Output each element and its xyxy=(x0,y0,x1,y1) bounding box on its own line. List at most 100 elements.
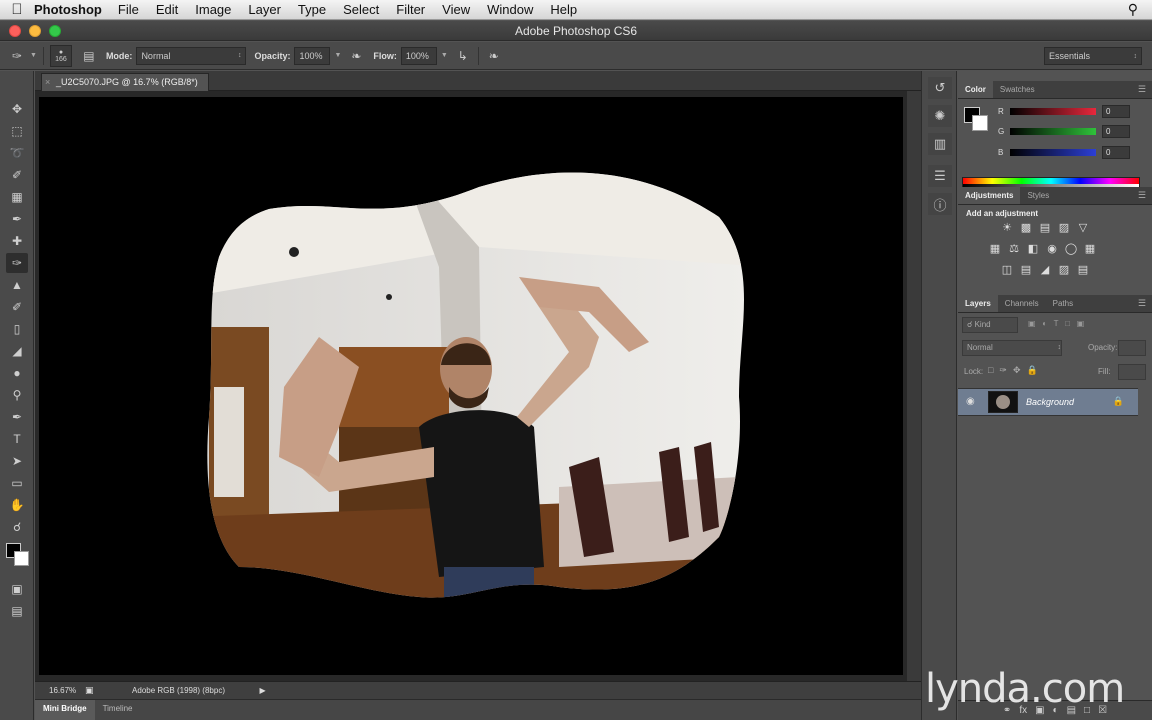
image-canvas[interactable] xyxy=(39,97,903,675)
blue-value-input[interactable]: 0 xyxy=(1102,146,1130,159)
status-icon[interactable]: ▣ xyxy=(85,685,94,696)
invert-icon[interactable]: ◫ xyxy=(1000,263,1014,277)
tab-channels[interactable]: Channels xyxy=(998,295,1046,312)
menu-type[interactable]: Type xyxy=(298,2,326,17)
mode-select[interactable]: Normal ↕ xyxy=(136,46,247,65)
close-tab-icon[interactable]: × xyxy=(45,74,50,90)
eyedropper-tool-icon[interactable]: ✒ xyxy=(6,209,28,229)
status-menu-arrow-icon[interactable]: ▶ xyxy=(260,686,266,695)
tab-adjustments[interactable]: Adjustments xyxy=(958,187,1021,204)
document-tab[interactable]: × _U2C5070.JPG @ 16.7% (RGB/8*) xyxy=(41,73,209,91)
tab-paths[interactable]: Paths xyxy=(1046,295,1080,312)
history-panel-icon[interactable]: ↺ xyxy=(928,77,952,99)
pressure-opacity-icon[interactable]: ❧ xyxy=(347,47,365,65)
spotlight-search-icon[interactable]: ⚲ xyxy=(1128,1,1138,18)
green-value-input[interactable]: 0 xyxy=(1102,125,1130,138)
eraser-tool-icon[interactable]: ▯ xyxy=(6,319,28,339)
tab-layers[interactable]: Layers xyxy=(958,295,998,312)
quick-mask-icon[interactable]: ▣ xyxy=(6,579,28,599)
tab-swatches[interactable]: Swatches xyxy=(993,81,1042,98)
red-value-input[interactable]: 0 xyxy=(1102,105,1130,118)
gradient-tool-icon[interactable]: ◢ xyxy=(6,341,28,361)
opacity-dropdown-icon[interactable]: ▼ xyxy=(334,52,341,59)
filter-adjustment-icon[interactable]: ◐ xyxy=(1042,319,1047,328)
flow-input[interactable]: 100% xyxy=(400,46,437,65)
move-tool-icon[interactable]: ✥ xyxy=(6,99,28,119)
blur-tool-icon[interactable]: ● xyxy=(6,363,28,383)
threshold-icon[interactable]: ◢ xyxy=(1038,263,1052,277)
brush-panel-icon[interactable]: ▤ xyxy=(80,47,98,65)
zoom-level[interactable]: 16.67% xyxy=(35,686,85,695)
color-balance-icon[interactable]: ⚖ xyxy=(1007,242,1021,256)
layer-fill-input[interactable] xyxy=(1118,364,1146,380)
vertical-scrollbar[interactable] xyxy=(907,91,921,681)
selective-color-icon[interactable]: ▤ xyxy=(1076,263,1090,277)
menu-help[interactable]: Help xyxy=(550,2,577,17)
filter-pixel-icon[interactable]: ▣ xyxy=(1028,319,1036,328)
brush-tool-preset-icon[interactable]: ✑ xyxy=(8,47,26,65)
filter-smart-icon[interactable]: ▣ xyxy=(1077,319,1085,328)
menu-app-name[interactable]: Photoshop xyxy=(34,2,102,17)
color-swatches[interactable] xyxy=(2,543,32,573)
layer-kind-filter[interactable]: ☌ Kind xyxy=(962,317,1018,333)
green-slider[interactable]: G 0 xyxy=(998,125,1148,139)
tab-color[interactable]: Color xyxy=(958,81,993,98)
menu-edit[interactable]: Edit xyxy=(156,2,178,17)
background-color-swatch[interactable] xyxy=(14,551,29,566)
hand-tool-icon[interactable]: ✋ xyxy=(6,495,28,515)
exposure-icon[interactable]: ▨ xyxy=(1057,221,1071,235)
tab-mini-bridge[interactable]: Mini Bridge xyxy=(35,700,95,720)
blue-slider[interactable]: B 0 xyxy=(998,146,1148,160)
green-gradient-bar[interactable] xyxy=(1010,128,1096,135)
minimize-window-button[interactable] xyxy=(29,25,41,37)
flow-dropdown-icon[interactable]: ▼ xyxy=(441,52,448,59)
close-window-button[interactable] xyxy=(9,25,21,37)
layer-name[interactable]: Background xyxy=(1026,397,1074,407)
menu-file[interactable]: File xyxy=(118,2,139,17)
color-lookup-icon[interactable]: ▦ xyxy=(1083,242,1097,256)
zoom-tool-icon[interactable]: ☌ xyxy=(6,517,28,537)
posterize-icon[interactable]: ▤ xyxy=(1019,263,1033,277)
vibrance-icon[interactable]: ▽ xyxy=(1076,221,1090,235)
brush-tool-icon[interactable]: ✑ xyxy=(6,253,28,273)
levels-icon[interactable]: ▩ xyxy=(1019,221,1033,235)
clone-stamp-tool-icon[interactable]: ▲ xyxy=(6,275,28,295)
rectangle-tool-icon[interactable]: ▭ xyxy=(6,473,28,493)
zoom-window-button[interactable] xyxy=(49,25,61,37)
layer-opacity-input[interactable] xyxy=(1118,340,1146,356)
screen-mode-icon[interactable]: ▤ xyxy=(6,601,28,621)
photo-filter-icon[interactable]: ◉ xyxy=(1045,242,1059,256)
filter-type-icon[interactable]: T xyxy=(1054,319,1059,328)
brightness-contrast-icon[interactable]: ☀ xyxy=(1000,221,1014,235)
properties-panel-icon[interactable]: ☰ xyxy=(928,165,952,187)
panel-menu-icon[interactable]: ☰ xyxy=(1138,84,1146,95)
dodge-tool-icon[interactable]: ⚲ xyxy=(6,385,28,405)
color-panel-background-swatch[interactable] xyxy=(972,115,988,131)
tab-styles[interactable]: Styles xyxy=(1020,187,1056,204)
layer-row-background[interactable]: ◉ Background 🔒 xyxy=(958,388,1138,416)
menu-layer[interactable]: Layer xyxy=(248,2,281,17)
history-brush-tool-icon[interactable]: ✐ xyxy=(6,297,28,317)
pressure-size-icon[interactable]: ❧ xyxy=(485,47,503,65)
hue-saturation-icon[interactable]: ▦ xyxy=(988,242,1002,256)
info-panel-icon[interactable]: ⓘ xyxy=(928,193,952,215)
black-white-icon[interactable]: ◧ xyxy=(1026,242,1040,256)
red-slider[interactable]: R 0 xyxy=(998,105,1148,119)
path-selection-tool-icon[interactable]: ➤ xyxy=(6,451,28,471)
filter-shape-icon[interactable]: □ xyxy=(1065,319,1070,328)
channel-mixer-icon[interactable]: ◯ xyxy=(1064,242,1078,256)
panel-menu-icon[interactable]: ☰ xyxy=(1138,298,1146,309)
brush-size-picker[interactable]: ● 166 xyxy=(49,44,72,67)
blend-mode-select[interactable]: Normal ↕ xyxy=(962,340,1062,356)
opacity-input[interactable]: 100% xyxy=(294,46,331,65)
quick-selection-tool-icon[interactable]: ✐ xyxy=(6,165,28,185)
lock-icon[interactable]: 🔒 xyxy=(1113,396,1124,407)
type-tool-icon[interactable]: T xyxy=(6,429,28,449)
workspace-switcher[interactable]: Essentials ↕ xyxy=(1044,47,1142,65)
apple-icon[interactable]:  xyxy=(0,1,34,18)
brush-presets-icon[interactable]: ✺ xyxy=(928,105,952,127)
healing-brush-tool-icon[interactable]: ✚ xyxy=(6,231,28,251)
menu-view[interactable]: View xyxy=(442,2,470,17)
menu-window[interactable]: Window xyxy=(487,2,533,17)
lasso-tool-icon[interactable]: ➰ xyxy=(6,143,28,163)
